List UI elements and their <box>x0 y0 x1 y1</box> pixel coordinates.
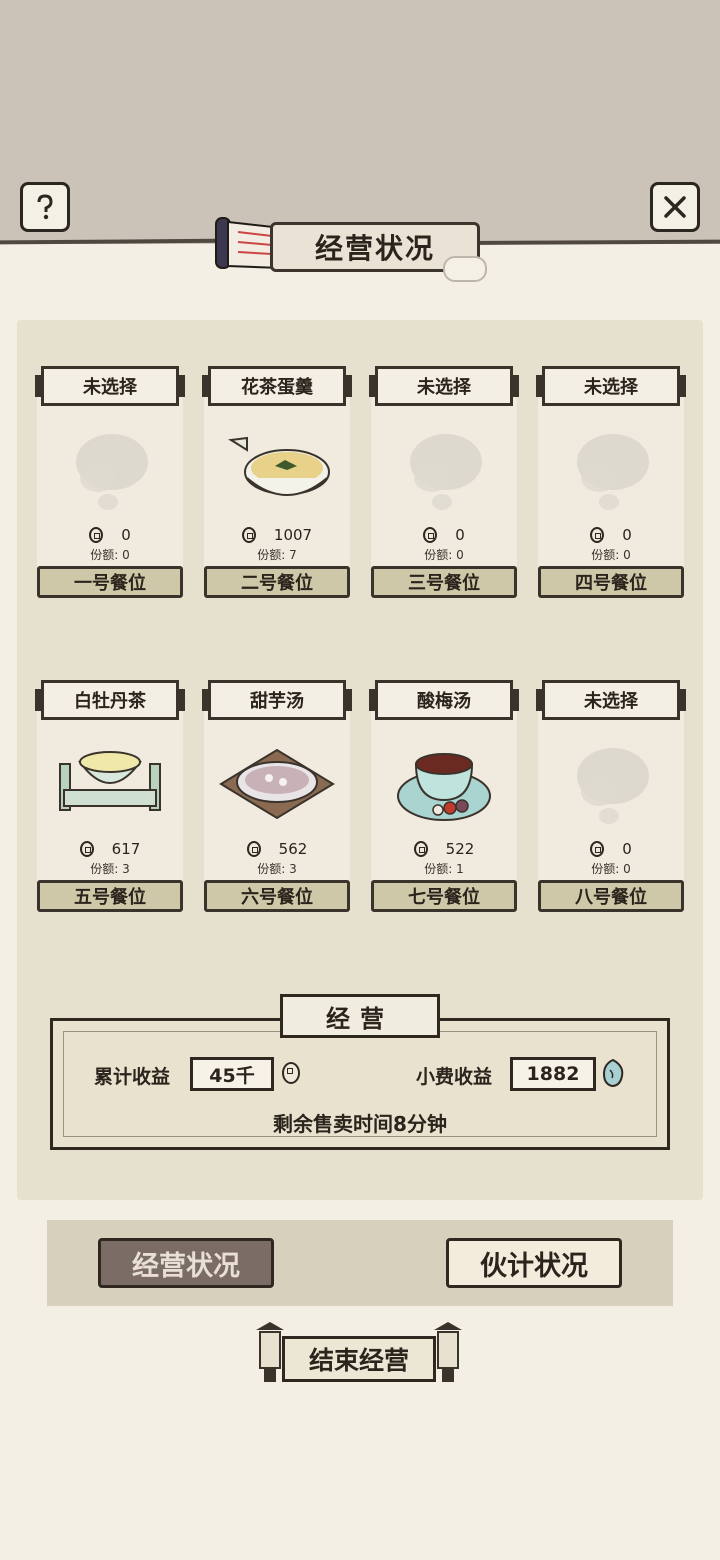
slot-label: 六号餐位 <box>204 880 350 912</box>
slot-price: 0 <box>455 526 465 544</box>
slot-8[interactable]: 未选择 0 份额: 0 八号餐位 <box>538 680 684 912</box>
slot-2[interactable]: 花茶蛋羹 1007 份额: 7 二号餐位 <box>204 366 350 598</box>
slot-price: 0 <box>622 526 632 544</box>
slot-7[interactable]: 酸梅汤 522 份额: 1 七号餐位 <box>371 680 517 912</box>
slot-4[interactable]: 未选择 0 份额: 0 四号餐位 <box>538 366 684 598</box>
slot-share: 份额: 0 <box>37 546 183 563</box>
cloud-decoration <box>443 256 487 282</box>
tip-income-label: 小费收益 <box>416 1062 492 1089</box>
slot-3[interactable]: 未选择 0 份额: 0 三号餐位 <box>371 366 517 598</box>
tea-cup-tray-icon <box>50 734 170 834</box>
coin-icon <box>423 527 437 543</box>
taro-soup-plate-icon <box>217 734 337 834</box>
coin-icon <box>590 527 604 543</box>
slot-6[interactable]: 甜芋汤 562 份额: 3 六号餐位 <box>204 680 350 912</box>
title-banner: 经营状况 <box>212 210 487 280</box>
question-icon <box>30 192 60 222</box>
empty-smoke-icon <box>551 734 671 834</box>
slot-1[interactable]: 未选择 0 份额: 0 一号餐位 <box>37 366 183 598</box>
slot-label: 七号餐位 <box>371 880 517 912</box>
end-business-wrap: 结束经营 <box>252 1320 466 1390</box>
slot-share: 份额: 3 <box>37 860 183 877</box>
slot-label: 八号餐位 <box>538 880 684 912</box>
slot-label: 四号餐位 <box>538 566 684 598</box>
slot-dish-name: 未选择 <box>375 366 513 406</box>
slot-label: 二号餐位 <box>204 566 350 598</box>
egg-custard-bowl-icon <box>217 420 337 520</box>
slot-dish-name: 未选择 <box>542 366 680 406</box>
top-band <box>0 0 720 244</box>
coin-icon <box>590 841 604 857</box>
tip-income-value: 1882 <box>510 1057 596 1091</box>
slot-share: 份额: 0 <box>538 546 684 563</box>
slot-price: 522 <box>446 840 475 858</box>
tab-business-status[interactable]: 经营状况 <box>98 1238 274 1288</box>
slot-label: 三号餐位 <box>371 566 517 598</box>
slot-5[interactable]: 白牡丹茶 617 份额: 3 五号餐位 <box>37 680 183 912</box>
coin-icon <box>242 527 256 543</box>
coin-icon <box>247 841 261 857</box>
slot-share: 份额: 0 <box>538 860 684 877</box>
empty-smoke-icon <box>50 420 170 520</box>
remaining-time: 剩余售卖时间8分钟 <box>50 1108 670 1137</box>
slot-share: 份额: 3 <box>204 860 350 877</box>
slot-share: 份额: 1 <box>371 860 517 877</box>
slot-dish-name: 未选择 <box>41 366 179 406</box>
slot-dish-name: 白牡丹茶 <box>41 680 179 720</box>
slot-price: 0 <box>121 526 131 544</box>
coin-icon <box>414 841 428 857</box>
total-income-value: 45千 <box>190 1057 274 1091</box>
tab-staff-status[interactable]: 伙计状况 <box>446 1238 622 1288</box>
slot-dish-name: 花茶蛋羹 <box>208 366 346 406</box>
slot-share: 份额: 7 <box>204 546 350 563</box>
business-title: 经营 <box>280 994 440 1038</box>
slot-price: 0 <box>622 840 632 858</box>
slot-dish-name: 未选择 <box>542 680 680 720</box>
coin-icon <box>282 1062 300 1084</box>
total-income-label: 累计收益 <box>94 1062 170 1089</box>
end-business-button[interactable]: 结束经营 <box>282 1336 436 1382</box>
slot-price: 1007 <box>274 526 312 544</box>
slot-share: 份额: 0 <box>371 546 517 563</box>
empty-smoke-icon <box>384 420 504 520</box>
close-icon <box>660 192 690 222</box>
empty-smoke-icon <box>551 420 671 520</box>
coin-icon <box>89 527 103 543</box>
slot-dish-name: 酸梅汤 <box>375 680 513 720</box>
close-button[interactable] <box>650 182 700 232</box>
slot-price: 562 <box>279 840 308 858</box>
lantern-icon <box>430 1320 466 1386</box>
jade-icon <box>600 1058 626 1088</box>
slot-label: 一号餐位 <box>37 566 183 598</box>
slot-price: 617 <box>112 840 141 858</box>
help-button[interactable] <box>20 182 70 232</box>
slot-dish-name: 甜芋汤 <box>208 680 346 720</box>
plum-soup-cup-icon <box>384 734 504 834</box>
slot-label: 五号餐位 <box>37 880 183 912</box>
coin-icon <box>80 841 94 857</box>
